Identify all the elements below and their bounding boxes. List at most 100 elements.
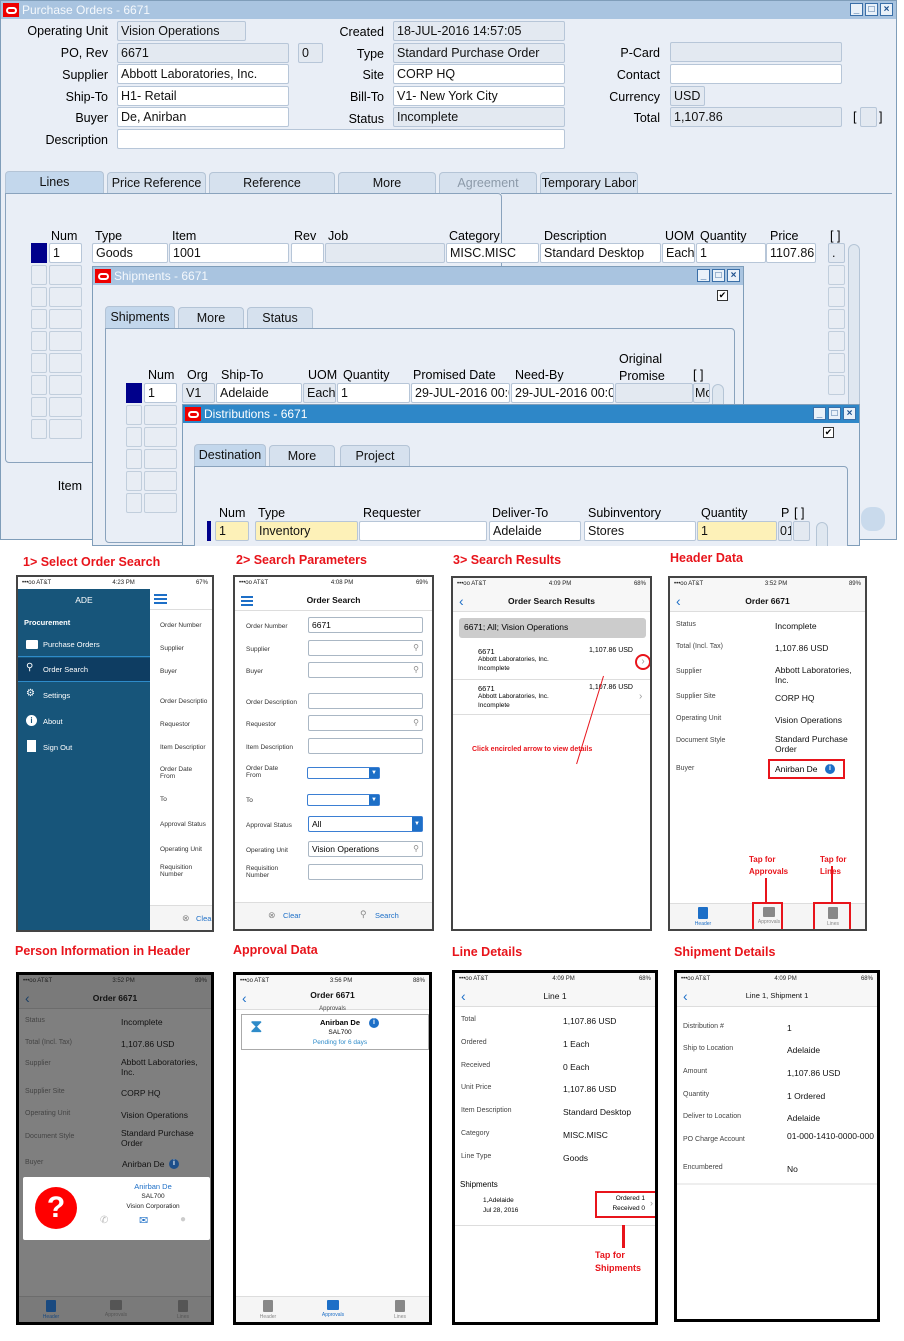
ship-original-promise-cell[interactable] [615, 383, 693, 403]
hamburger-icon[interactable] [241, 596, 253, 598]
dist-p-cell[interactable]: 01 [778, 521, 792, 541]
tab-shipments-status[interactable]: Status [247, 307, 313, 328]
tab-header[interactable]: Header [31, 1300, 71, 1320]
minimize-icon[interactable]: _ [697, 269, 710, 282]
empty-indicator[interactable] [31, 287, 47, 307]
empty-cell[interactable] [49, 265, 82, 285]
tab-destination[interactable]: Destination [194, 444, 266, 467]
order-number-input[interactable]: 6671 [308, 617, 423, 633]
back-chevron-icon[interactable]: ‹ [25, 987, 30, 1009]
clear-button[interactable]: Clea [196, 914, 211, 923]
empty-cell[interactable] [144, 427, 177, 447]
dist-quantity-cell[interactable]: 1 [697, 521, 777, 541]
email-icon[interactable]: ✉ [139, 1214, 148, 1227]
ship-to-cell[interactable]: Adelaide [216, 383, 302, 403]
tab-approvals[interactable]: Approvals [313, 1300, 353, 1318]
order-description-input[interactable] [308, 693, 423, 709]
empty-indicator[interactable] [31, 309, 47, 329]
menu-item-purchase-orders[interactable]: Purchase Orders [18, 635, 150, 657]
action-button[interactable] [861, 507, 885, 531]
ship-uom-cell[interactable]: Each [303, 383, 336, 403]
currency-field[interactable]: USD [670, 86, 705, 106]
line-num-cell[interactable]: 1 [49, 243, 82, 263]
close-icon[interactable]: × [843, 407, 856, 420]
line-flex-cell[interactable]: . [828, 243, 845, 263]
info-icon[interactable]: i [169, 1159, 179, 1169]
shipments-titlebar[interactable]: Shipments - 6671 _ □ × [93, 267, 743, 285]
empty-cell[interactable] [49, 331, 82, 351]
result-item[interactable]: 6671 Abbott Laboratories, Inc. Incomplet… [453, 644, 650, 680]
empty-cell[interactable] [144, 493, 177, 513]
minimize-icon[interactable]: _ [850, 3, 863, 16]
supplier-field[interactable]: Abbott Laboratories, Inc. [117, 64, 289, 84]
line-category-cell[interactable]: MISC.MISC [446, 243, 539, 263]
dist-flex-cell[interactable] [793, 521, 810, 541]
approval-status-select[interactable]: All ▼ [308, 816, 423, 832]
empty-flex-cell[interactable] [828, 353, 845, 373]
back-chevron-icon[interactable]: ‹ [683, 985, 688, 1007]
tab-reference-documents[interactable]: Reference Documents [209, 172, 335, 210]
empty-cell[interactable] [49, 353, 82, 373]
ship-org-cell[interactable]: V1 [182, 383, 215, 403]
line-type-cell[interactable]: Goods [92, 243, 168, 263]
empty-indicator[interactable] [126, 493, 142, 513]
operating-unit-field[interactable]: Vision Operations [117, 21, 246, 41]
dist-requester-cell[interactable] [359, 521, 487, 541]
empty-indicator[interactable] [31, 419, 47, 439]
tab-more[interactable]: More [338, 172, 436, 193]
phone-icon[interactable]: ✆ [100, 1215, 108, 1226]
tab-temporary-labor[interactable]: Temporary Labor [540, 172, 638, 193]
line-quantity-cell[interactable]: 1 [696, 243, 766, 263]
empty-flex-cell[interactable] [828, 287, 845, 307]
ship-num-cell[interactable]: 1 [144, 383, 177, 403]
ship-to-field[interactable]: H1- Retail [117, 86, 289, 106]
tab-approvals[interactable]: Approvals [96, 1300, 136, 1318]
tab-shipments[interactable]: Shipments [105, 306, 175, 329]
empty-indicator[interactable] [31, 331, 47, 351]
type-field[interactable]: Standard Purchase Order [393, 43, 565, 63]
empty-indicator[interactable] [31, 397, 47, 417]
pcard-field[interactable] [670, 42, 842, 62]
tab-lines[interactable]: Lines [5, 171, 104, 194]
buyer-input[interactable]: ⚲ [308, 662, 423, 678]
line-description-cell[interactable]: Standard Desktop [540, 243, 661, 263]
line-uom-cell[interactable]: Each [662, 243, 695, 263]
operating-unit-input[interactable]: Vision Operations ⚲ [308, 841, 423, 857]
line-job-cell[interactable] [325, 243, 445, 263]
tab-lines[interactable]: Lines [380, 1300, 420, 1320]
empty-cell[interactable] [144, 449, 177, 469]
distributions-titlebar[interactable]: Distributions - 6671 _ □ × [183, 405, 859, 423]
buyer-highlight[interactable]: Anirban De i [768, 759, 845, 779]
chat-icon[interactable]: ● [180, 1214, 186, 1225]
empty-indicator[interactable] [126, 405, 142, 425]
po-number-field[interactable]: 6671 [117, 43, 289, 63]
hamburger-icon[interactable] [154, 594, 167, 596]
record-indicator[interactable] [207, 521, 211, 541]
close-icon[interactable]: × [880, 3, 893, 16]
empty-cell[interactable] [49, 397, 82, 417]
supplier-input[interactable]: ⚲ [308, 640, 423, 656]
tab-distributions-more[interactable]: More [269, 445, 335, 466]
window-titlebar[interactable]: Purchase Orders - 6671 _ □ × [1, 1, 896, 19]
ship-promised-cell[interactable]: 29-JUL-2016 00:00: [411, 383, 510, 403]
empty-cell[interactable] [49, 309, 82, 329]
order-date-to-select[interactable]: ▼ [307, 794, 380, 806]
buyer-field[interactable]: De, Anirban [117, 107, 289, 127]
tab-header[interactable]: Header [248, 1300, 288, 1320]
item-description-input[interactable] [308, 738, 423, 754]
tab-project[interactable]: Project [340, 445, 410, 466]
empty-flex-cell[interactable] [828, 331, 845, 351]
dist-type-cell[interactable]: Inventory [255, 521, 358, 541]
menu-item-order-search[interactable]: ⚲ Order Search [18, 658, 150, 682]
requestor-input[interactable]: ⚲ [308, 715, 423, 731]
empty-indicator[interactable] [31, 265, 47, 285]
menu-item-about[interactable]: i About [18, 711, 150, 733]
menu-item-sign-out[interactable]: Sign Out [18, 737, 150, 759]
empty-cell[interactable] [49, 287, 82, 307]
description-field[interactable] [117, 129, 565, 149]
shipments-checkbox[interactable]: ✔ [717, 290, 728, 301]
descriptive-flexfield[interactable] [860, 107, 877, 127]
shipment-row[interactable]: 1,Adelaide Jul 28, 2016 Ordered 1 Receiv… [455, 1191, 655, 1226]
tab-shipments-more[interactable]: More [178, 307, 244, 328]
dist-subinventory-cell[interactable]: Stores [584, 521, 696, 541]
